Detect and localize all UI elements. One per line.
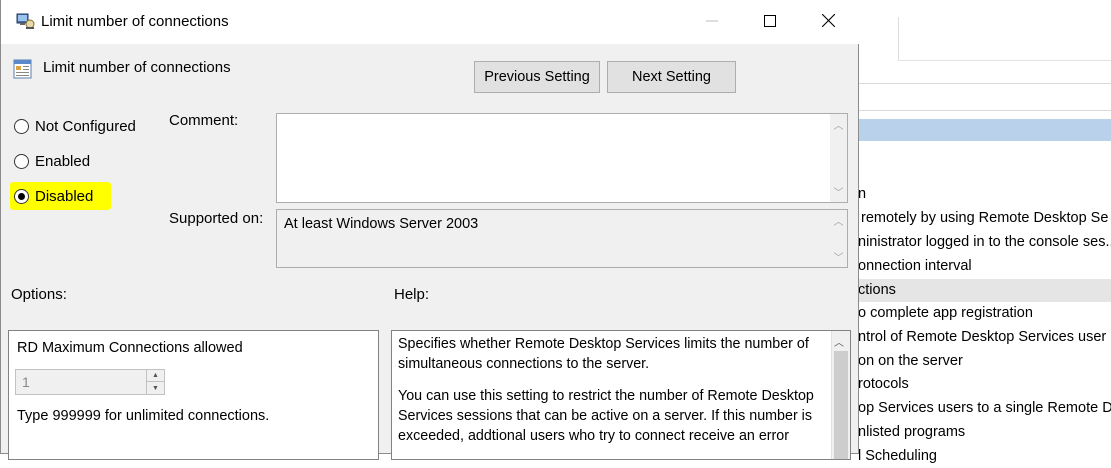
help-panel: Specifies whether Remote Desktop Service… [391, 330, 851, 460]
comment-label: Comment: [169, 112, 239, 129]
supported-on-value: At least Windows Server 2003 [284, 216, 479, 232]
policy-list-item[interactable]: nlisted programs [858, 421, 1111, 444]
close-icon [821, 13, 835, 30]
minimize-icon [706, 14, 718, 30]
spinner-up-icon[interactable]: ▲ [147, 370, 164, 382]
help-text: Specifies whether Remote Desktop Service… [398, 334, 830, 458]
policy-list-item[interactable]: on on the server [858, 350, 1111, 373]
help-scrollbar[interactable]: ︿ [831, 331, 850, 459]
previous-setting-button[interactable]: Previous Setting [474, 61, 600, 93]
radio-dot [18, 192, 25, 200]
comment-scrollbar[interactable]: ︿ ﹀ [830, 114, 847, 202]
setting-name: Limit number of connections [43, 59, 231, 76]
supported-on-field: At least Windows Server 2003 ︿ ﹀ [276, 209, 848, 268]
policy-setting-icon [12, 58, 34, 80]
title-bar: Limit number of connections [1, 0, 859, 44]
max-connections-spinner[interactable]: 1 ▲ ▼ [15, 369, 165, 395]
scroll-up-icon[interactable]: ︿ [834, 334, 844, 349]
policy-list-item[interactable]: ntrol of Remote Desktop Services user [858, 326, 1111, 349]
radio-enabled[interactable]: Enabled [14, 150, 90, 172]
scroll-up-icon[interactable]: ︿ [830, 116, 847, 133]
radio-circle[interactable] [14, 153, 29, 169]
options-label: Options: [11, 286, 67, 303]
policy-list-item[interactable]: n [858, 183, 1111, 206]
background-toolbar [898, 17, 1111, 61]
background-window: n remotely by using Remote Desktop Se ni… [858, 0, 1111, 464]
close-button[interactable] [799, 0, 857, 44]
radio-label: Enabled [35, 152, 91, 170]
policy-list-item[interactable]: rotocols [858, 373, 1111, 396]
next-setting-button[interactable]: Next Setting [607, 61, 736, 93]
window-title: Limit number of connections [41, 13, 229, 30]
comment-field[interactable]: ︿ ﹀ [276, 113, 848, 203]
options-panel: RD Maximum Connections allowed 1 ▲ ▼ Typ… [8, 330, 379, 460]
unlimited-hint: Type 999999 for unlimited connections. [17, 408, 270, 424]
spinner-down-icon[interactable]: ▼ [147, 382, 164, 394]
radio-not-configured[interactable]: Not Configured [14, 115, 136, 137]
background-column-header [858, 119, 1111, 141]
radio-disabled[interactable]: Disabled [14, 185, 93, 207]
help-label: Help: [394, 286, 430, 303]
policy-list-item[interactable]: ninistrator logged in to the console ses… [858, 231, 1111, 254]
policy-list-item[interactable]: onnection interval [858, 255, 1111, 278]
policy-list-item[interactable]: remotely by using Remote Desktop Se [861, 207, 1111, 230]
supported-on-label: Supported on: [169, 210, 264, 227]
policy-list-item[interactable]: op Services users to a single Remote De [858, 397, 1111, 420]
radio-label: Disabled [35, 187, 94, 205]
policy-list-item-selected[interactable]: ctions [858, 279, 1111, 302]
maximize-button[interactable] [741, 0, 799, 44]
scroll-thumb[interactable] [834, 351, 848, 459]
spinner-buttons[interactable]: ▲ ▼ [146, 370, 164, 394]
group-policy-icon [16, 12, 36, 30]
scroll-up-icon[interactable]: ︿ [830, 212, 847, 229]
max-connections-label: RD Maximum Connections allowed [17, 340, 243, 356]
help-paragraph: You can use this setting to restrict the… [398, 388, 814, 444]
background-address-bar [858, 83, 1111, 111]
radio-circle-selected[interactable] [14, 188, 29, 204]
help-paragraph: Specifies whether Remote Desktop Service… [398, 336, 809, 372]
scroll-down-icon[interactable]: ﹀ [830, 183, 847, 200]
radio-circle[interactable] [14, 118, 29, 134]
maximize-icon [764, 14, 776, 30]
policy-list-item[interactable]: l Scheduling [858, 445, 1111, 468]
minimize-button[interactable] [683, 0, 741, 44]
policy-list-item[interactable]: o complete app registration [858, 302, 1111, 325]
policy-dialog: Limit number of connections Limit number… [0, 0, 859, 460]
scroll-down-icon[interactable]: ﹀ [830, 248, 847, 265]
radio-label: Not Configured [35, 117, 136, 135]
spinner-value: 1 [22, 374, 30, 390]
supported-scrollbar[interactable]: ︿ ﹀ [830, 210, 847, 267]
